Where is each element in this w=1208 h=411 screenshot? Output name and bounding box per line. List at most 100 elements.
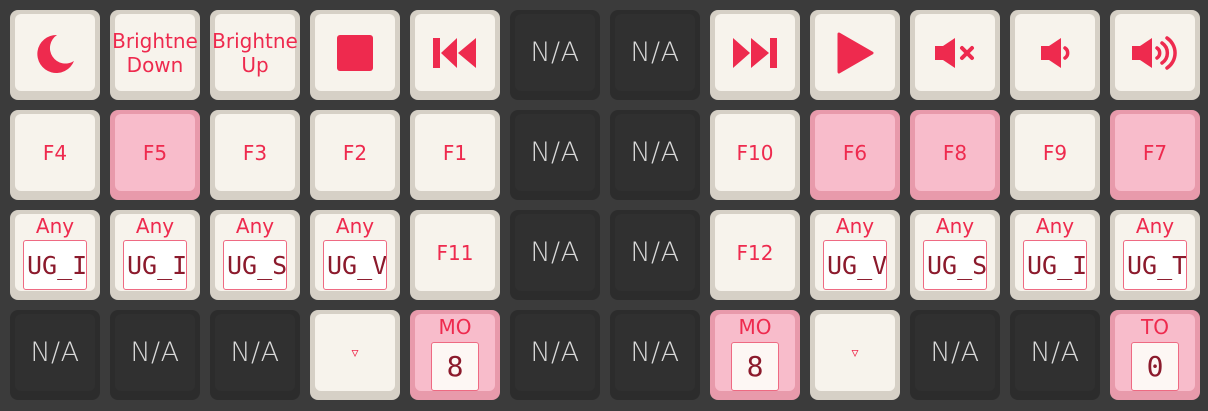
moon-icon bbox=[33, 31, 77, 75]
key-r1-c5[interactable]: N/A bbox=[510, 110, 600, 200]
keycap: Brightne Up bbox=[212, 14, 298, 91]
key-r3-c4[interactable]: MO 8 bbox=[410, 310, 500, 400]
any-key-label: Any bbox=[1135, 214, 1175, 238]
keycode-value: UG_S bbox=[227, 250, 287, 280]
key-r3-c2[interactable]: N/A bbox=[210, 310, 300, 400]
key-r0-c11[interactable] bbox=[1110, 10, 1200, 100]
layer-function-label: MO bbox=[738, 315, 772, 339]
key-r0-c0[interactable] bbox=[10, 10, 100, 100]
key-r0-c10[interactable] bbox=[1010, 10, 1100, 100]
keycap: Any UG_I bbox=[115, 214, 195, 291]
label-line-2: Up bbox=[241, 52, 269, 77]
key-r1-c9[interactable]: F8 bbox=[910, 110, 1000, 200]
key-r3-c1[interactable]: N/A bbox=[110, 310, 200, 400]
keycap: F5 bbox=[115, 114, 195, 191]
keycap: ▿ bbox=[815, 314, 895, 391]
keycap: N/A bbox=[15, 314, 95, 391]
key-r2-c4[interactable]: F11 bbox=[410, 210, 500, 300]
keycode-field[interactable]: UG_T bbox=[1123, 240, 1187, 290]
key-r1-c1[interactable]: F5 bbox=[110, 110, 200, 200]
key-r2-c2[interactable]: Any UG_S bbox=[210, 210, 300, 300]
keymap-grid: Brightne Down Brightne Up N/A N/A F4 F5 F3 F2 F1 N/… bbox=[0, 0, 1208, 411]
key-r3-c5[interactable]: N/A bbox=[510, 310, 600, 400]
key-r2-c5[interactable]: N/A bbox=[510, 210, 600, 300]
unassigned-label: N/A bbox=[530, 37, 580, 68]
key-r1-c10[interactable]: F9 bbox=[1010, 110, 1100, 200]
key-r2-c7[interactable]: F12 bbox=[710, 210, 800, 300]
key-r1-c3[interactable]: F2 bbox=[310, 110, 400, 200]
keycap: Brightne Down bbox=[112, 14, 198, 91]
layer-number-field[interactable]: 8 bbox=[431, 342, 479, 391]
key-r3-c8[interactable]: ▿ bbox=[810, 310, 900, 400]
key-r1-c4[interactable]: F1 bbox=[410, 110, 500, 200]
key-r0-c5[interactable]: N/A bbox=[510, 10, 600, 100]
keycap: F2 bbox=[315, 114, 395, 191]
keycap: F12 bbox=[715, 214, 795, 291]
key-r1-c2[interactable]: F3 bbox=[210, 110, 300, 200]
key-r0-c7[interactable] bbox=[710, 10, 800, 100]
key-r3-c6[interactable]: N/A bbox=[610, 310, 700, 400]
keycap bbox=[1115, 14, 1195, 91]
key-r0-c3[interactable] bbox=[310, 10, 400, 100]
key-r0-c6[interactable]: N/A bbox=[610, 10, 700, 100]
key-r1-c6[interactable]: N/A bbox=[610, 110, 700, 200]
layer-number-value: 0 bbox=[1146, 350, 1164, 383]
keycap: N/A bbox=[915, 314, 995, 391]
function-key-label: F7 bbox=[1142, 140, 1168, 165]
key-r1-c11[interactable]: F7 bbox=[1110, 110, 1200, 200]
key-r0-c4[interactable] bbox=[410, 10, 500, 100]
key-r3-c3[interactable]: ▿ bbox=[310, 310, 400, 400]
unassigned-label: N/A bbox=[130, 337, 180, 368]
keycode-field[interactable]: UG_I bbox=[123, 240, 187, 290]
key-r2-c3[interactable]: Any UG_V bbox=[310, 210, 400, 300]
key-r2-c1[interactable]: Any UG_I bbox=[110, 210, 200, 300]
key-r3-c9[interactable]: N/A bbox=[910, 310, 1000, 400]
layer-number-field[interactable]: 0 bbox=[1131, 342, 1179, 391]
keycap: Any UG_T bbox=[1115, 214, 1195, 291]
unassigned-label: N/A bbox=[30, 337, 80, 368]
keycode-field[interactable]: UG_V bbox=[323, 240, 387, 290]
keycode-field[interactable]: UG_I bbox=[1023, 240, 1087, 290]
keycode-field[interactable]: UG_S bbox=[223, 240, 287, 290]
key-r2-c8[interactable]: Any UG_V bbox=[810, 210, 900, 300]
key-r2-c0[interactable]: Any UG_I bbox=[10, 210, 100, 300]
keycap bbox=[1015, 14, 1095, 91]
brightness-label: Brightne Up bbox=[212, 29, 298, 77]
keycap: N/A bbox=[515, 214, 595, 291]
key-r3-c0[interactable]: N/A bbox=[10, 310, 100, 400]
key-r3-c10[interactable]: N/A bbox=[1010, 310, 1100, 400]
function-key-label: F5 bbox=[142, 140, 168, 165]
layer-number-field[interactable]: 8 bbox=[731, 342, 779, 391]
keycap: N/A bbox=[1015, 314, 1095, 391]
unassigned-label: N/A bbox=[630, 237, 680, 268]
key-r3-c7[interactable]: MO 8 bbox=[710, 310, 800, 400]
unassigned-label: N/A bbox=[1030, 337, 1080, 368]
key-r0-c1[interactable]: Brightne Down bbox=[110, 10, 200, 100]
keycode-field[interactable]: UG_I bbox=[23, 240, 87, 290]
keycap: N/A bbox=[515, 314, 595, 391]
keycap: Any UG_I bbox=[15, 214, 95, 291]
keycode-value: UG_V bbox=[327, 250, 387, 280]
key-r1-c0[interactable]: F4 bbox=[10, 110, 100, 200]
key-r2-c10[interactable]: Any UG_I bbox=[1010, 210, 1100, 300]
key-r1-c8[interactable]: F6 bbox=[810, 110, 900, 200]
key-r0-c2[interactable]: Brightne Up bbox=[210, 10, 300, 100]
keycap bbox=[415, 14, 495, 91]
key-r0-c9[interactable] bbox=[910, 10, 1000, 100]
key-r1-c7[interactable]: F10 bbox=[710, 110, 800, 200]
key-r2-c9[interactable]: Any UG_S bbox=[910, 210, 1000, 300]
keycode-value: UG_I bbox=[127, 250, 187, 280]
keycap: F7 bbox=[1115, 114, 1195, 191]
key-r2-c6[interactable]: N/A bbox=[610, 210, 700, 300]
keycap: N/A bbox=[615, 114, 695, 191]
key-r2-c11[interactable]: Any UG_T bbox=[1110, 210, 1200, 300]
previous-track-icon bbox=[432, 35, 478, 71]
function-key-label: F6 bbox=[842, 140, 868, 165]
any-key-label: Any bbox=[135, 214, 175, 238]
keycode-field[interactable]: UG_S bbox=[923, 240, 987, 290]
key-r0-c8[interactable] bbox=[810, 10, 900, 100]
keycode-value: UG_I bbox=[1027, 250, 1087, 280]
key-r3-c11[interactable]: TO 0 bbox=[1110, 310, 1200, 400]
keycap: N/A bbox=[615, 314, 695, 391]
keycode-field[interactable]: UG_V bbox=[823, 240, 887, 290]
